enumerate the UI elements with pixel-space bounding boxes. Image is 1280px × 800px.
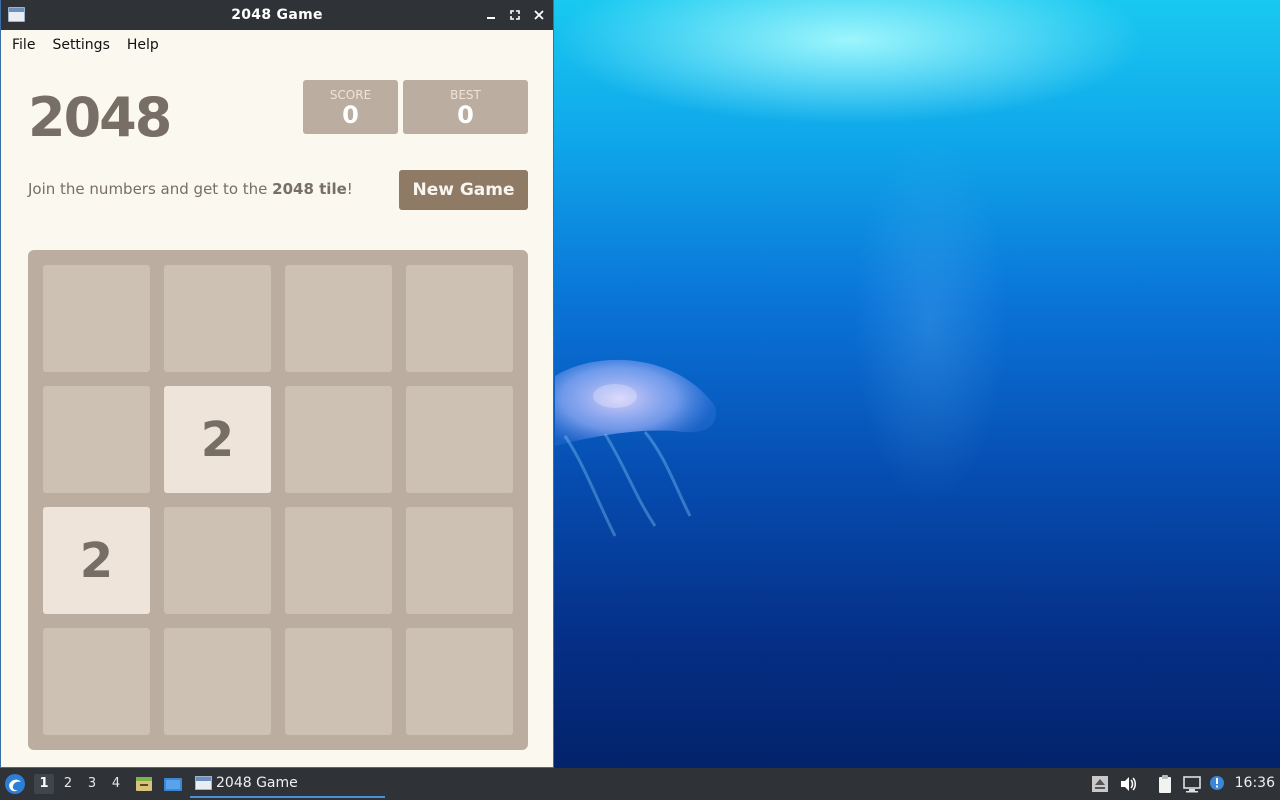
file-manager-icon[interactable] [134, 774, 154, 794]
board-cell [406, 265, 513, 372]
start-menu-icon[interactable] [4, 773, 26, 795]
game-heading: 2048 [28, 86, 172, 149]
window-title: 2048 Game [231, 7, 323, 23]
board-cell [285, 507, 392, 614]
game-window: 2048 Game File Settings Help 2048 SCORE … [0, 0, 554, 768]
board-cell [285, 386, 392, 493]
best-value: 0 [457, 101, 474, 129]
jellyfish-image [555, 359, 716, 537]
menu-bar: File Settings Help [1, 30, 553, 60]
score-label: SCORE [329, 88, 372, 102]
board-cell [164, 507, 271, 614]
board-cell [285, 265, 392, 372]
intro-suffix: ! [346, 180, 353, 198]
tile-2: 2 [164, 386, 271, 493]
workspace-4[interactable]: 4 [106, 774, 126, 794]
score-box: SCORE 0 [303, 80, 398, 134]
app-window-icon [195, 776, 212, 790]
board-cell [43, 628, 150, 735]
minimize-button[interactable] [483, 6, 499, 24]
eject-icon[interactable] [1090, 774, 1110, 794]
workspace-2[interactable]: 2 [58, 774, 78, 794]
close-icon [534, 10, 544, 20]
menu-help[interactable]: Help [120, 37, 169, 53]
board-cell [285, 628, 392, 735]
show-desktop-icon[interactable] [163, 774, 183, 794]
game-area: 2048 SCORE 0 BEST 0 Join the numbers and… [1, 60, 553, 768]
tile-2: 2 [43, 507, 150, 614]
clipboard-icon[interactable] [1155, 774, 1175, 794]
minimize-icon [487, 17, 495, 19]
menu-settings[interactable]: Settings [45, 37, 119, 53]
board-cell [164, 265, 271, 372]
window-titlebar[interactable]: 2048 Game [1, 0, 553, 30]
intro-bold-text: 2048 tile [272, 180, 347, 198]
volume-icon[interactable] [1118, 774, 1138, 794]
board-cell [406, 628, 513, 735]
board-cell [406, 386, 513, 493]
score-value: 0 [342, 101, 359, 129]
menu-file[interactable]: File [5, 37, 45, 53]
game-intro: Join the numbers and get to the 2048 til… [28, 180, 353, 198]
intro-text: Join the numbers and get to the [28, 180, 273, 198]
board-cell [43, 386, 150, 493]
network-icon[interactable] [1182, 774, 1202, 794]
best-score-box: BEST 0 [403, 80, 528, 134]
taskbar-item-label: 2048 Game [216, 775, 298, 791]
board-cell [43, 265, 150, 372]
best-label: BEST [450, 88, 481, 102]
board-cell [164, 628, 271, 735]
workspace-1[interactable]: 1 [34, 774, 54, 794]
workspace-3[interactable]: 3 [82, 774, 102, 794]
taskbar-item-2048-game[interactable]: 2048 Game [190, 770, 385, 798]
maximize-icon [510, 10, 520, 20]
close-button[interactable] [531, 6, 547, 24]
clock[interactable]: 16:36 [1235, 775, 1275, 791]
taskbar: 1 2 3 4 2048 Game 16:36 [0, 768, 1280, 800]
game-board[interactable]: 2 2 [28, 250, 528, 750]
notification-icon[interactable] [1208, 774, 1228, 794]
board-cell [406, 507, 513, 614]
new-game-button[interactable]: New Game [399, 170, 528, 210]
maximize-button[interactable] [507, 6, 523, 24]
